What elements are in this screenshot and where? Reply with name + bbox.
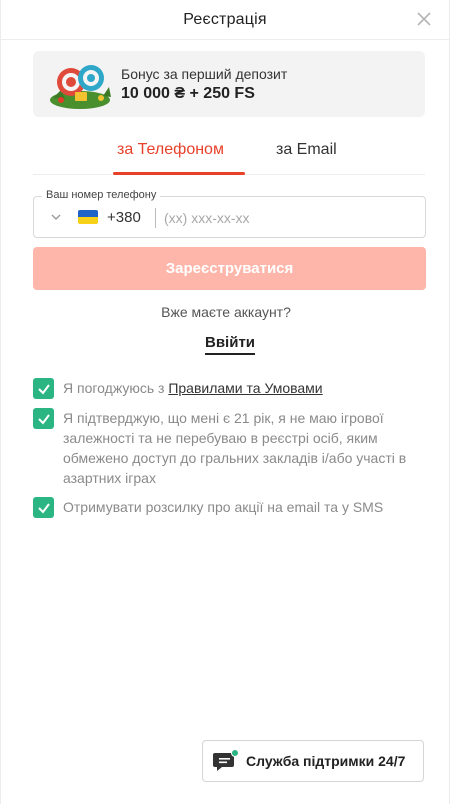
terms-prefix: Я погоджуюсь з [63, 380, 169, 396]
ukraine-flag-icon[interactable] [78, 210, 98, 224]
modal-header: Реєстрація [1, 0, 449, 40]
chevron-down-icon[interactable] [50, 211, 62, 223]
age-confirm-row: Я підтверджую, що мені є 21 рік, я не ма… [33, 408, 428, 488]
age-confirm-text: Я підтверджую, що мені є 21 рік, я не ма… [63, 410, 407, 486]
check-icon [37, 413, 50, 425]
check-icon [37, 502, 50, 514]
bonus-title: Бонус за перший депозит [121, 65, 288, 82]
modal-title: Реєстрація [183, 10, 267, 28]
active-tab-indicator [113, 172, 245, 175]
field-separator [155, 208, 156, 228]
terms-checkbox[interactable] [33, 378, 54, 399]
tab-phone[interactable]: за Телефоном [117, 141, 224, 159]
support-label: Служба підтримки 24/7 [246, 753, 406, 769]
chat-icon [213, 749, 239, 771]
support-button[interactable]: Служба підтримки 24/7 [202, 740, 424, 782]
phone-field: Ваш номер телефону +380 [33, 189, 426, 238]
have-account-text: Вже маєте аккаунт? [161, 304, 291, 320]
terms-link[interactable]: Правилами та Умовами [168, 380, 322, 396]
country-code: +380 [107, 209, 141, 226]
newsletter-row: Отримувати розсилку про акції на email т… [33, 497, 428, 518]
age-confirm-checkbox[interactable] [33, 408, 54, 429]
registration-modal: Реєстрація Бонус за перший депозит 10 00… [0, 0, 450, 804]
terms-row: Я погоджуюсь з Правилами та Умовами [33, 378, 428, 399]
bonus-icon [50, 65, 111, 109]
login-link[interactable]: Ввійти [205, 334, 256, 355]
close-icon[interactable] [415, 10, 433, 28]
register-button[interactable]: Зареєструватися [33, 247, 426, 290]
terms-text: Я погоджуюсь з Правилами та Умовами [63, 378, 323, 399]
bonus-amount: 10 000 ₴ + 250 FS [121, 84, 255, 102]
bonus-banner: Бонус за перший депозит 10 000 ₴ + 250 F… [33, 51, 425, 117]
tab-email[interactable]: за Email [276, 141, 337, 159]
registration-tabs: за Телефоном за Email [33, 133, 425, 175]
phone-label: Ваш номер телефону [42, 189, 161, 201]
newsletter-text: Отримувати розсилку про акції на email т… [63, 499, 384, 515]
newsletter-checkbox[interactable] [33, 497, 54, 518]
check-icon [37, 383, 50, 395]
phone-input[interactable] [164, 207, 414, 229]
